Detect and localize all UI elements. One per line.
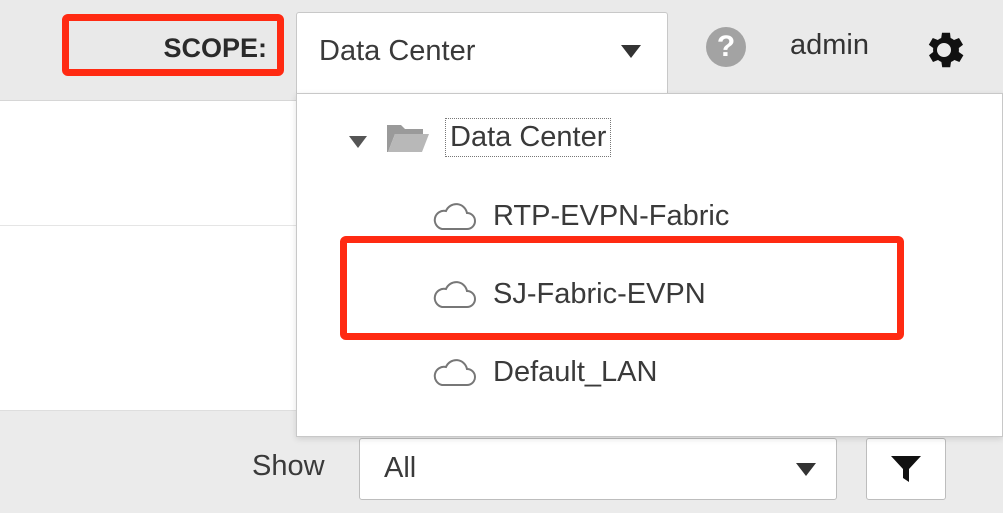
tree-item-default-lan[interactable]: Default_LAN — [427, 352, 927, 392]
expand-toggle-icon[interactable] — [349, 136, 367, 148]
folder-open-icon — [387, 125, 429, 152]
scope-dropdown[interactable]: Data Center — [296, 12, 668, 94]
tree-item-label: RTP-EVPN-Fabric — [493, 200, 730, 232]
help-icon[interactable]: ? — [706, 27, 746, 67]
scope-label: SCOPE: — [163, 33, 267, 63]
selection-highlight — [340, 236, 904, 340]
tree-item-rtp-evpn-fabric[interactable]: RTP-EVPN-Fabric — [427, 196, 927, 236]
scope-label-highlight: SCOPE: — [62, 14, 284, 76]
scope-selected-value: Data Center — [319, 35, 476, 67]
cloud-icon — [433, 359, 476, 386]
chevron-down-icon — [796, 463, 816, 476]
tree-root-data-center[interactable]: Data Center — [445, 118, 612, 157]
user-menu[interactable]: admin — [790, 29, 869, 62]
funnel-icon — [891, 456, 921, 482]
cloud-icon — [433, 203, 476, 230]
content-divider — [0, 225, 300, 226]
gear-icon[interactable] — [920, 26, 968, 74]
tree-item-label: Default_LAN — [493, 356, 658, 388]
show-filter-value: All — [384, 452, 417, 484]
chevron-down-icon — [621, 45, 641, 58]
filter-button[interactable] — [866, 438, 946, 500]
show-label: Show — [252, 450, 325, 482]
show-filter-select[interactable]: All — [359, 438, 837, 500]
